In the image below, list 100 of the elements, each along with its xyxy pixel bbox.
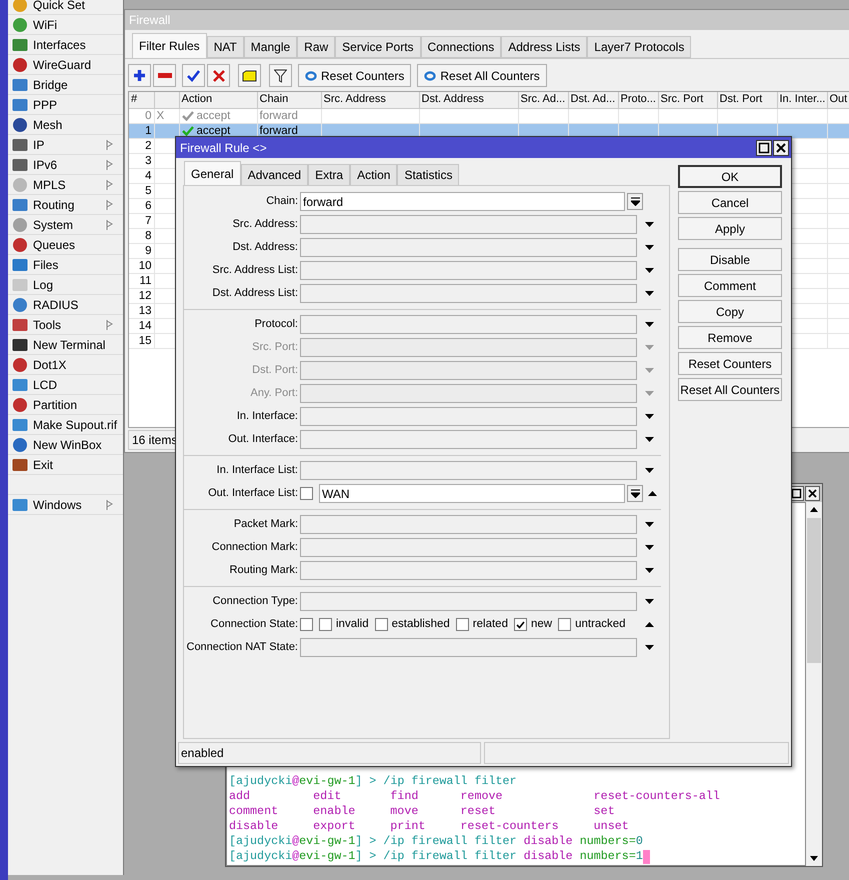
tab[interactable]: Advanced — [240, 164, 308, 185]
input-field[interactable] — [300, 638, 638, 657]
dialog-button[interactable]: Disable — [678, 248, 782, 271]
tab[interactable]: NAT — [206, 36, 244, 58]
checkbox[interactable] — [374, 618, 388, 631]
input-field[interactable] — [300, 261, 638, 280]
column-header[interactable]: Dst. Ad... — [568, 92, 618, 108]
menu-item[interactable]: WiFi — [8, 15, 123, 35]
column-header[interactable]: In. Inter... — [777, 92, 827, 108]
checkbox[interactable] — [558, 618, 572, 631]
menu-item[interactable]: New WinBox — [8, 435, 123, 455]
toolbar-button[interactable]: Reset All Counters — [417, 64, 547, 87]
column-header[interactable]: Proto... — [618, 92, 658, 108]
tab[interactable]: General — [184, 161, 241, 185]
menu-item[interactable]: Dot1X — [8, 355, 123, 375]
tab[interactable]: Raw — [297, 36, 336, 58]
input-field[interactable] — [300, 430, 638, 449]
filter-button[interactable] — [269, 64, 292, 87]
menu-item[interactable]: IPv6 — [8, 155, 123, 175]
dropdown-arrow-icon[interactable] — [630, 197, 640, 206]
input-field[interactable] — [300, 315, 638, 334]
column-header[interactable]: Src. Ad... — [518, 92, 568, 108]
checkbox[interactable] — [456, 618, 469, 631]
input-field[interactable] — [300, 407, 638, 426]
input-field[interactable] — [300, 561, 638, 580]
tab[interactable]: Extra — [308, 164, 350, 185]
checkbox-option[interactable]: related — [456, 616, 508, 634]
column-header[interactable]: Dst. Address — [419, 92, 518, 108]
menu-item[interactable]: MPLS — [8, 175, 123, 195]
toolbar-button[interactable]: Reset Counters — [298, 64, 412, 87]
menu-item[interactable]: Make Supout.rif — [8, 415, 123, 435]
dropdown-arrow-icon[interactable] — [630, 489, 640, 498]
menu-item[interactable]: Log — [8, 275, 123, 295]
dropdown-arrow-icon[interactable] — [644, 245, 654, 250]
checkbox[interactable] — [319, 618, 332, 631]
comment-button[interactable] — [238, 64, 261, 87]
dropdown-arrow-icon[interactable] — [644, 414, 654, 419]
menu-item[interactable]: WireGuard — [8, 55, 123, 75]
menu-item[interactable]: Bridge — [8, 75, 123, 95]
menu-item[interactable]: Queues — [8, 235, 123, 255]
dropdown-button[interactable] — [627, 193, 643, 210]
dropdown-arrow-icon[interactable] — [644, 322, 654, 327]
scroll-thumb[interactable] — [807, 518, 821, 663]
menu-item[interactable]: Windows — [8, 495, 123, 515]
dropdown-arrow-icon[interactable] — [644, 222, 654, 227]
dialog-button[interactable]: Cancel — [678, 191, 782, 214]
input-field[interactable] — [300, 215, 638, 234]
input-field[interactable]: forward — [300, 192, 625, 211]
checkbox[interactable] — [514, 618, 527, 631]
menu-item[interactable]: Partition — [8, 395, 123, 415]
collapse-arrow-icon[interactable] — [644, 622, 654, 627]
menu-item[interactable]: Interfaces — [8, 35, 123, 55]
checkbox-option[interactable]: untracked — [558, 616, 626, 634]
column-header[interactable]: Src. Port — [658, 92, 717, 108]
dialog-button[interactable]: Comment — [678, 274, 782, 297]
input-field[interactable] — [300, 515, 638, 534]
menu-item[interactable]: IP — [8, 135, 123, 155]
dropdown-arrow-icon[interactable] — [644, 468, 654, 473]
maximize-icon[interactable] — [756, 140, 772, 156]
column-header[interactable]: Chain — [257, 92, 321, 108]
tab[interactable]: Service Ports — [335, 36, 421, 58]
menu-item[interactable]: LCD — [8, 375, 123, 395]
dropdown-arrow-icon[interactable] — [644, 291, 654, 296]
close-icon[interactable] — [805, 486, 820, 500]
menu-item[interactable]: Tools — [8, 315, 123, 335]
dropdown-button[interactable] — [627, 485, 643, 502]
enable-button[interactable] — [182, 64, 205, 87]
dropdown-arrow-icon[interactable] — [644, 599, 654, 604]
dialog-button[interactable]: Copy — [678, 300, 782, 323]
menu-item[interactable]: PPP — [8, 95, 123, 115]
dialog-button[interactable]: Reset Counters — [678, 352, 782, 375]
dialog-button[interactable]: Reset All Counters — [678, 378, 782, 401]
menu-item[interactable]: Routing — [8, 195, 123, 215]
dropdown-arrow-icon[interactable] — [644, 268, 654, 273]
dropdown-arrow-icon[interactable] — [644, 522, 654, 527]
tab[interactable]: Statistics — [397, 164, 460, 185]
close-icon[interactable] — [773, 140, 789, 156]
dropdown-arrow-icon[interactable] — [644, 645, 654, 650]
menu-item[interactable]: Quick Set — [8, 0, 123, 15]
checkbox[interactable] — [300, 618, 313, 631]
input-field[interactable] — [300, 238, 638, 257]
collapse-arrow-icon[interactable] — [648, 491, 656, 496]
checkbox-option[interactable]: invalid — [319, 616, 369, 634]
menu-item[interactable]: Mesh — [8, 115, 123, 135]
checkbox-option[interactable]: new — [514, 616, 552, 634]
input-field[interactable] — [300, 284, 638, 303]
tab[interactable]: Action — [350, 164, 398, 185]
dropdown-arrow-icon[interactable] — [644, 568, 654, 573]
tab[interactable]: Layer7 Protocols — [587, 36, 692, 58]
dropdown-arrow-icon[interactable] — [644, 545, 654, 550]
input-field[interactable] — [300, 538, 638, 557]
dialog-button[interactable]: OK — [678, 165, 782, 188]
input-field[interactable]: WAN — [319, 484, 625, 503]
tab[interactable]: Connections — [420, 36, 502, 58]
dialog-button[interactable]: Apply — [678, 217, 782, 240]
tab[interactable]: Address Lists — [501, 36, 588, 58]
input-field[interactable] — [300, 461, 638, 480]
disable-button[interactable] — [207, 64, 230, 87]
menu-item[interactable]: System — [8, 215, 123, 235]
add-button[interactable] — [128, 64, 151, 87]
